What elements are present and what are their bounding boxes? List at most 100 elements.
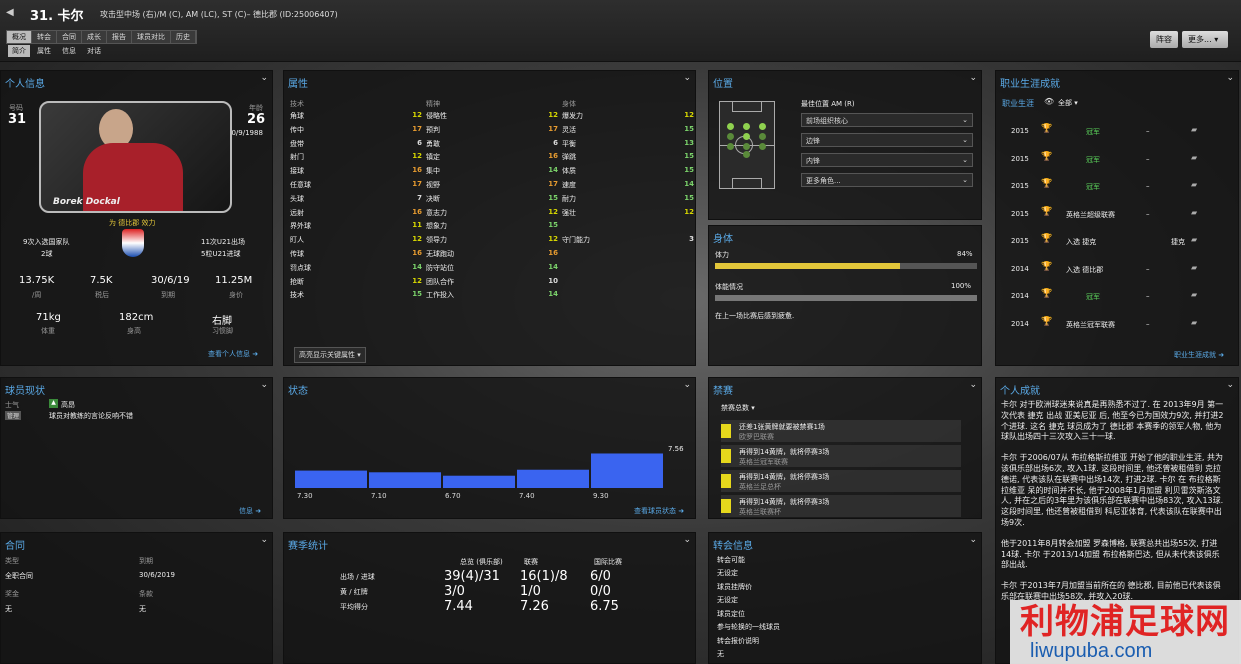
career-filter-dropdown[interactable]: 全部 ▾ [1058, 98, 1078, 108]
ban-row: 还差1张黄牌就要被禁赛1场 欧罗巴联赛 [721, 420, 961, 442]
sub-tabs: 简介 属性 信息 对话 [8, 45, 105, 57]
view-form-link[interactable]: 查看球员状态 ➜ [634, 506, 684, 516]
chevron-down-icon[interactable]: ⌄ [260, 380, 268, 390]
attribute-value: 12 [548, 207, 558, 216]
tab-3[interactable]: 成长 [82, 31, 107, 43]
club-crest-icon: ▰ [1191, 290, 1198, 299]
position-dot [743, 151, 750, 158]
technical-header: 技术 [290, 100, 304, 108]
trophy-icon: 🏆 [1041, 316, 1053, 327]
career-link[interactable]: 职业生涯成就 ➜ [1174, 350, 1224, 360]
chevron-down-icon[interactable]: ⌄ [969, 380, 977, 390]
u21-goals-value: 5粒U21进球 [201, 250, 241, 258]
player-photo: Borek Dockal [39, 101, 232, 213]
attribute-name: 抢断 [290, 277, 304, 286]
attribute-value: 12 [412, 111, 422, 119]
chevron-down-icon[interactable]: ⌄ [260, 73, 268, 83]
bans-dropdown[interactable]: 禁赛总数 ▾ [721, 403, 755, 413]
attribute-value: 6 [417, 138, 422, 147]
club-crest-icon: ▰ [1191, 180, 1198, 189]
panel-title: 个人信息 [5, 79, 45, 90]
view-personal-info-link[interactable]: 查看个人信息 ➜ [208, 349, 258, 359]
panel-title: 属性 [288, 79, 308, 90]
eye-icon[interactable]: 👁 [1044, 97, 1054, 106]
club-crest-icon: ▰ [1191, 235, 1198, 244]
role-dropdown[interactable]: 更多角色... ⌄ [801, 173, 973, 187]
chevron-down-icon[interactable]: ⌄ [1226, 380, 1234, 390]
season-stat-value: 1/0 [520, 584, 541, 599]
chevron-down-icon[interactable]: ⌄ [683, 73, 691, 83]
role-dropdown[interactable]: 内锋 ⌄ [801, 153, 973, 167]
attributes-panel: 属性 ⌄ 技术 精神 身体 角球 12 传中 17 盘带 6 射门 12 接球 16 任意球 17 头球… [283, 70, 696, 366]
attribute-name: 技术 [290, 291, 304, 300]
tab-1[interactable]: 转会 [32, 31, 57, 43]
season-row-label: 平均得分 [340, 603, 368, 611]
panel-title: 合同 [5, 541, 25, 552]
attribute-value: 16 [548, 249, 558, 257]
attribute-name: 任意球 [290, 181, 311, 189]
tab-6[interactable]: 历史 [171, 31, 196, 43]
chevron-down-icon[interactable]: ⌄ [1226, 73, 1234, 83]
best-position: 最佳位置 AM (R) [801, 100, 855, 108]
tab-4[interactable]: 报告 [107, 31, 132, 43]
chevron-down-icon[interactable]: ⌄ [683, 535, 691, 545]
subtab-2[interactable]: 信息 [58, 45, 80, 57]
season-stat-value: 7.26 [520, 599, 549, 614]
season-stat-value: 6/0 [590, 569, 611, 584]
ban-text: 再得到14黄牌，就将停赛3场 [739, 448, 830, 456]
wage-value: 13.75K [19, 275, 55, 286]
attribute-name: 勇敢 [426, 139, 440, 148]
tab-0[interactable]: 概况 [7, 31, 32, 43]
attribute-name: 速度 [562, 181, 576, 189]
career-achievement: 入选 捷克 [1066, 238, 1097, 246]
subtab-0[interactable]: 简介 [8, 45, 30, 57]
goals-value: 2球 [41, 250, 53, 258]
more-button[interactable]: 更多... ▾ [1182, 31, 1228, 48]
attribute-name: 远射 [290, 208, 304, 217]
role-dropdown[interactable]: 边锋 ⌄ [801, 133, 973, 147]
back-icon[interactable]: ◀ [6, 7, 20, 19]
chevron-down-icon[interactable]: ⌄ [260, 535, 268, 545]
attribute-name: 传球 [290, 250, 304, 258]
role-dropdown[interactable]: 前场组织核心 ⌄ [801, 113, 973, 127]
morale-up-icon: ▲ [49, 399, 58, 408]
attribute-value: 7 [417, 193, 422, 202]
season-stat-value: 39(4)/31 [444, 569, 500, 584]
tab-5[interactable]: 球员对比 [132, 31, 171, 43]
attribute-value: 14 [412, 262, 422, 271]
photo-name: Borek Dockal [53, 197, 120, 207]
tab-2[interactable]: 合同 [57, 31, 82, 43]
position-dot [727, 133, 734, 140]
club-crest-icon: ▰ [1191, 125, 1198, 134]
chevron-down-icon[interactable]: ⌄ [969, 73, 977, 83]
career-extra: – [1146, 209, 1150, 218]
club-crest-icon: ▰ [1191, 317, 1198, 327]
attribute-value: 15 [684, 166, 694, 175]
chevron-down-icon[interactable]: ⌄ [969, 535, 977, 545]
yellow-card-icon [721, 499, 731, 513]
yellow-card-icon [721, 449, 731, 463]
career-extra: – [1146, 182, 1150, 190]
top-box [732, 102, 762, 112]
attribute-name: 镇定 [426, 153, 440, 162]
subtab-3[interactable]: 对话 [83, 45, 105, 57]
trophy-icon: 🏆 [1041, 289, 1053, 299]
squad-button[interactable]: 阵容 [1150, 31, 1178, 48]
panel-title: 个人成就 [1000, 386, 1040, 397]
status-info-link[interactable]: 信息 ➜ [239, 506, 261, 516]
subtab-1[interactable]: 属性 [33, 45, 55, 57]
chevron-down-icon: ⌄ [962, 136, 968, 144]
career-year: 2015 [1011, 154, 1029, 163]
transfer-value: 无设定 [717, 596, 738, 604]
foot-value: 右脚 [212, 316, 232, 327]
club-crest-icon: ▰ [1191, 207, 1198, 217]
link-label: 查看个人信息 [208, 350, 250, 358]
highlight-dropdown[interactable]: 高亮显示关键属性 ▾ [294, 347, 366, 363]
position-dot [727, 123, 734, 130]
bio-text: 卡尔 对于欧洲球迷来说真是再熟悉不过了. 在 2013年9月 第一次代表 捷克 … [1001, 400, 1226, 613]
panel-title: 禁赛 [713, 386, 733, 397]
attribute-value: 17 [412, 180, 422, 188]
form-bar-label: 7.40 [519, 492, 535, 500]
form-bar [369, 472, 441, 488]
attribute-name: 平衡 [562, 139, 576, 148]
